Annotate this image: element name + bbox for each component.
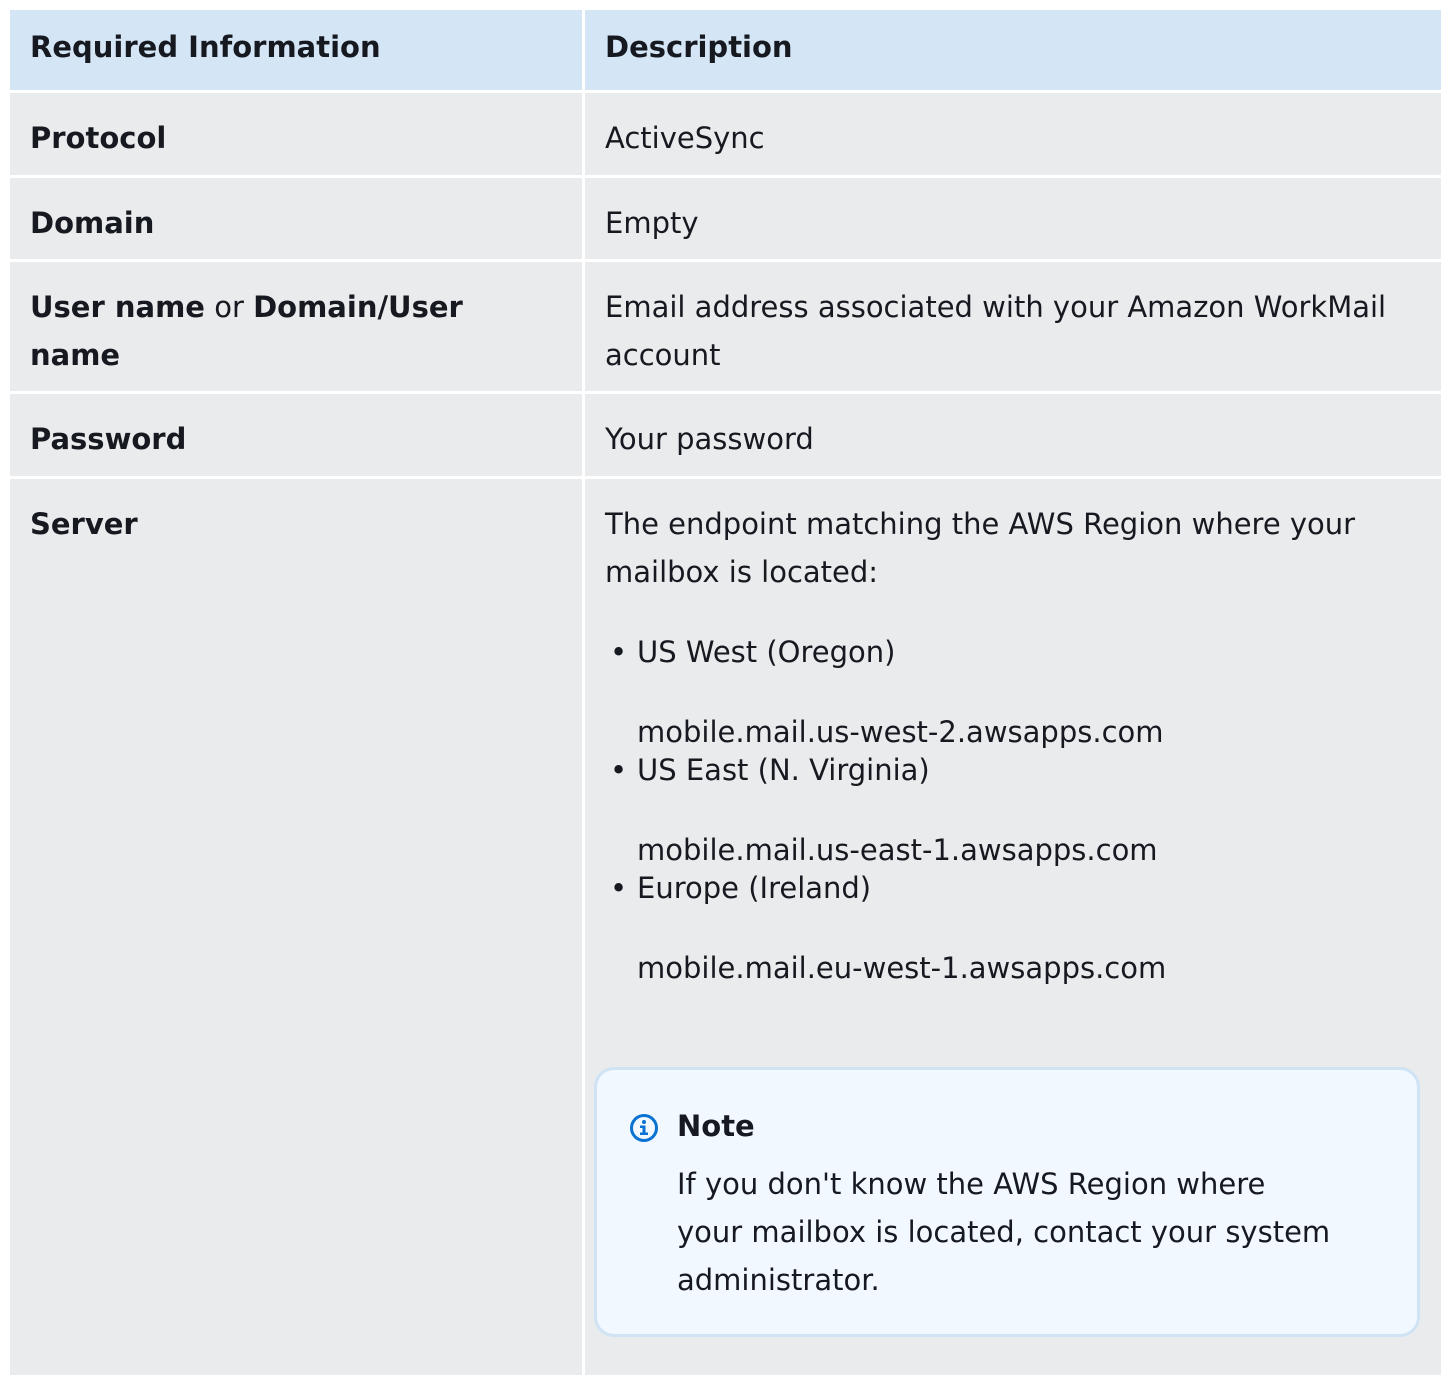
region-list: • US West (Oregon) mobile.mail.us-west-2… bbox=[605, 628, 1421, 992]
region-name: Europe (Ireland) bbox=[637, 871, 872, 905]
row-value-protocol: ActiveSync bbox=[605, 121, 765, 155]
info-icon bbox=[630, 1114, 658, 1142]
note-text-line-3: administrator. bbox=[677, 1263, 880, 1297]
row-label-password: Password bbox=[10, 394, 585, 476]
note-text: If you don't know the AWS Region where y… bbox=[677, 1160, 1330, 1304]
label-user-name: User name bbox=[30, 290, 205, 324]
row-label-domain: Domain bbox=[10, 178, 585, 259]
region-name: US West (Oregon) bbox=[637, 635, 896, 669]
table-row-domain: Domain Empty bbox=[10, 178, 1441, 262]
bullet-icon: • bbox=[610, 635, 628, 669]
note-title: Note bbox=[677, 1109, 755, 1143]
region-name: US East (N. Virginia) bbox=[637, 753, 930, 787]
column-header-description: Description bbox=[605, 30, 793, 64]
user-value-line-2: account bbox=[605, 338, 721, 372]
label-connector-or: or bbox=[204, 290, 254, 324]
row-label-protocol: Protocol bbox=[10, 93, 585, 175]
table-row-protocol: Protocol ActiveSync bbox=[10, 93, 1441, 178]
table-header-row: Required Information Description bbox=[10, 10, 1441, 93]
column-header-required-information: Required Information bbox=[10, 10, 585, 90]
row-label-user-name: User name or Domain/User name bbox=[10, 262, 585, 391]
row-value-user-name: Email address associated with your Amazo… bbox=[585, 262, 1441, 391]
bullet-icon: • bbox=[610, 753, 628, 787]
list-item: • US West (Oregon) mobile.mail.us-west-2… bbox=[605, 628, 1421, 756]
row-label-server: Server bbox=[10, 479, 585, 1375]
server-intro-line-1: The endpoint matching the AWS Region whe… bbox=[605, 507, 1356, 541]
row-value-password: Your password bbox=[605, 422, 814, 456]
note-text-line-1: If you don't know the AWS Region where bbox=[677, 1167, 1266, 1201]
list-item: • US East (N. Virginia) mobile.mail.us-e… bbox=[605, 746, 1421, 874]
list-item: • Europe (Ireland) mobile.mail.eu-west-1… bbox=[605, 864, 1421, 992]
bullet-icon: • bbox=[610, 871, 628, 905]
user-value-line-1: Email address associated with your Amazo… bbox=[605, 290, 1387, 324]
region-endpoint: mobile.mail.eu-west-1.awsapps.com bbox=[637, 951, 1167, 985]
note-callout: Note If you don't know the AWS Region wh… bbox=[594, 1067, 1420, 1337]
note-text-line-2: your mailbox is located, contact your sy… bbox=[677, 1215, 1331, 1249]
table-row-user-name: User name or Domain/User name Email addr… bbox=[10, 262, 1441, 394]
row-value-domain: Empty bbox=[605, 206, 699, 240]
server-intro-line-2: mailbox is located: bbox=[605, 555, 879, 589]
table-row-password: Password Your password bbox=[10, 394, 1441, 479]
